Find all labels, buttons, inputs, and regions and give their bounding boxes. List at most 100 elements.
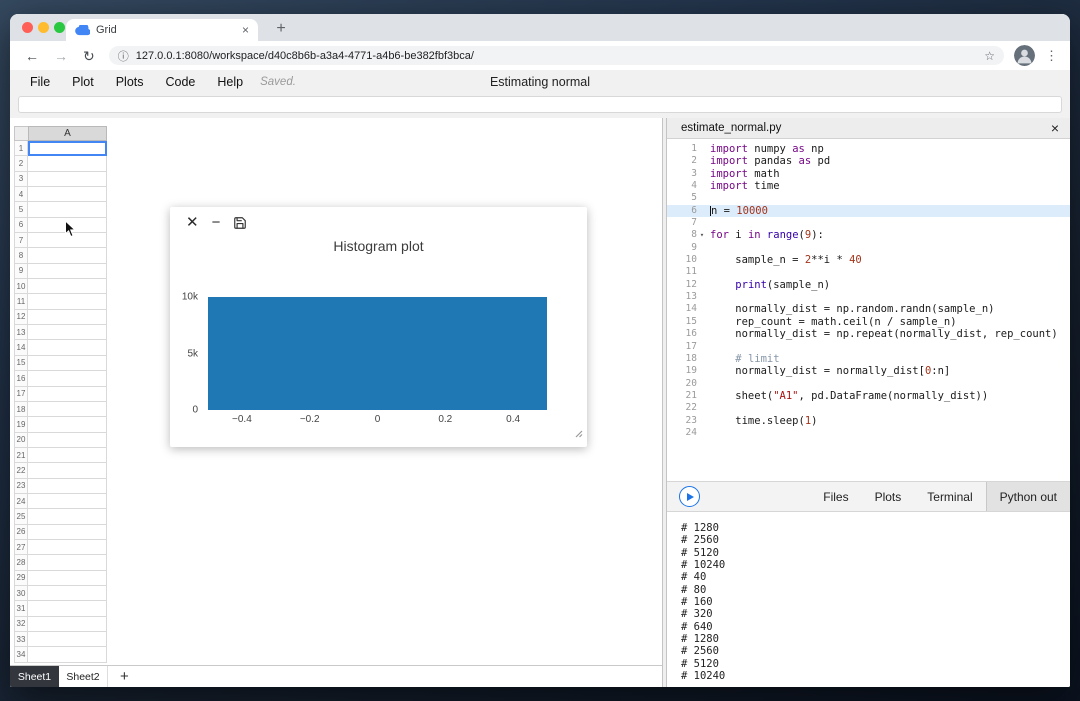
plot-close-icon[interactable]: ✕ — [186, 215, 199, 230]
code-line-7[interactable]: 7 — [667, 217, 1070, 229]
fold-arrow-icon[interactable]: ▾ — [697, 229, 707, 241]
row-header-30[interactable]: 30 — [14, 586, 28, 601]
cell-A10[interactable] — [28, 279, 107, 294]
row-header-34[interactable]: 34 — [14, 647, 28, 662]
tab-plots[interactable]: Plots — [862, 482, 915, 511]
cell-A18[interactable] — [28, 402, 107, 417]
profile-avatar[interactable] — [1014, 45, 1035, 66]
code-line-18[interactable]: 18 # limit — [667, 353, 1070, 365]
row-header-12[interactable]: 12 — [14, 310, 28, 325]
cell-A3[interactable] — [28, 172, 107, 187]
code-line-17[interactable]: 17 — [667, 341, 1070, 353]
menu-code[interactable]: Code — [155, 75, 207, 89]
row-header-7[interactable]: 7 — [14, 233, 28, 248]
cell-A22[interactable] — [28, 463, 107, 478]
cell-A19[interactable] — [28, 417, 107, 432]
window-close-button[interactable] — [22, 22, 33, 33]
row-header-5[interactable]: 5 — [14, 202, 28, 217]
cell-A17[interactable] — [28, 387, 107, 402]
menu-file[interactable]: File — [19, 75, 61, 89]
row-header-18[interactable]: 18 — [14, 402, 28, 417]
back-button[interactable]: ← — [25, 49, 39, 63]
cell-A14[interactable] — [28, 340, 107, 355]
tab-terminal[interactable]: Terminal — [914, 482, 985, 511]
cell-A20[interactable] — [28, 433, 107, 448]
cell-A31[interactable] — [28, 601, 107, 616]
code-line-16[interactable]: 16 normally_dist = np.repeat(normally_di… — [667, 328, 1070, 340]
plot-minimize-icon[interactable]: − — [212, 215, 221, 230]
cell-A30[interactable] — [28, 586, 107, 601]
grid-corner-cell[interactable] — [14, 126, 28, 141]
cell-A11[interactable] — [28, 294, 107, 309]
url-bar[interactable]: ⓘ 127.0.0.1:8080/workspace/d40c8b6b-a3a4… — [109, 46, 1004, 65]
cell-A29[interactable] — [28, 571, 107, 586]
row-header-11[interactable]: 11 — [14, 294, 28, 309]
site-info-icon[interactable]: ⓘ — [118, 48, 129, 64]
row-header-2[interactable]: 2 — [14, 156, 28, 171]
row-header-6[interactable]: 6 — [14, 218, 28, 233]
cell-A34[interactable] — [28, 647, 107, 662]
cell-A1[interactable] — [28, 141, 107, 156]
cell-A6[interactable] — [28, 218, 107, 233]
cell-A25[interactable] — [28, 509, 107, 524]
window-zoom-button[interactable] — [54, 22, 65, 33]
row-header-24[interactable]: 24 — [14, 494, 28, 509]
cell-A16[interactable] — [28, 371, 107, 386]
row-header-28[interactable]: 28 — [14, 555, 28, 570]
cell-A8[interactable] — [28, 248, 107, 263]
code-line-2[interactable]: 2import pandas as pd — [667, 155, 1070, 167]
cell-A5[interactable] — [28, 202, 107, 217]
row-header-22[interactable]: 22 — [14, 463, 28, 478]
sheet-tab-sheet2[interactable]: Sheet2 — [59, 666, 108, 687]
row-header-15[interactable]: 15 — [14, 356, 28, 371]
plot-save-icon[interactable] — [233, 216, 247, 230]
code-line-23[interactable]: 23 time.sleep(1) — [667, 415, 1070, 427]
cell-A12[interactable] — [28, 310, 107, 325]
cell-A21[interactable] — [28, 448, 107, 463]
menu-plot[interactable]: Plot — [61, 75, 105, 89]
tab-files[interactable]: Files — [810, 482, 861, 511]
cell-A26[interactable] — [28, 525, 107, 540]
sheet-tab-sheet1[interactable]: Sheet1 — [10, 666, 59, 687]
code-line-11[interactable]: 11 — [667, 266, 1070, 278]
code-line-14[interactable]: 14 normally_dist = np.random.randn(sampl… — [667, 303, 1070, 315]
code-line-24[interactable]: 24 — [667, 427, 1070, 439]
cell-A4[interactable] — [28, 187, 107, 202]
cell-A24[interactable] — [28, 494, 107, 509]
formula-input[interactable] — [18, 96, 1062, 113]
tab-close-icon[interactable]: × — [242, 23, 249, 37]
cell-A2[interactable] — [28, 156, 107, 171]
new-tab-button[interactable]: + — [270, 18, 292, 40]
cell-A28[interactable] — [28, 555, 107, 570]
code-line-21[interactable]: 21 sheet("A1", pd.DataFrame(normally_dis… — [667, 390, 1070, 402]
row-header-14[interactable]: 14 — [14, 340, 28, 355]
column-header-A[interactable]: A — [28, 126, 107, 141]
row-header-27[interactable]: 27 — [14, 540, 28, 555]
row-header-33[interactable]: 33 — [14, 632, 28, 647]
forward-button[interactable]: → — [54, 49, 68, 63]
row-header-17[interactable]: 17 — [14, 387, 28, 402]
row-header-26[interactable]: 26 — [14, 525, 28, 540]
row-header-9[interactable]: 9 — [14, 264, 28, 279]
menu-help[interactable]: Help — [206, 75, 254, 89]
code-line-20[interactable]: 20 — [667, 378, 1070, 390]
code-line-9[interactable]: 9 — [667, 242, 1070, 254]
browser-menu-icon[interactable]: ⋮ — [1045, 48, 1058, 64]
row-header-10[interactable]: 10 — [14, 279, 28, 294]
code-line-19[interactable]: 19 normally_dist = normally_dist[0:n] — [667, 365, 1070, 377]
row-header-31[interactable]: 31 — [14, 601, 28, 616]
cell-A7[interactable] — [28, 233, 107, 248]
row-header-3[interactable]: 3 — [14, 172, 28, 187]
bookmark-star-icon[interactable]: ☆ — [984, 49, 995, 63]
code-line-3[interactable]: 3import math — [667, 168, 1070, 180]
cell-A9[interactable] — [28, 264, 107, 279]
code-line-22[interactable]: 22 — [667, 402, 1070, 414]
cell-A27[interactable] — [28, 540, 107, 555]
add-sheet-button[interactable]: + — [120, 666, 129, 687]
row-header-16[interactable]: 16 — [14, 371, 28, 386]
cell-A15[interactable] — [28, 356, 107, 371]
code-line-13[interactable]: 13 — [667, 291, 1070, 303]
code-line-1[interactable]: 1import numpy as np — [667, 143, 1070, 155]
code-line-10[interactable]: 10 sample_n = 2**i * 40 — [667, 254, 1070, 266]
menu-plots[interactable]: Plots — [105, 75, 155, 89]
